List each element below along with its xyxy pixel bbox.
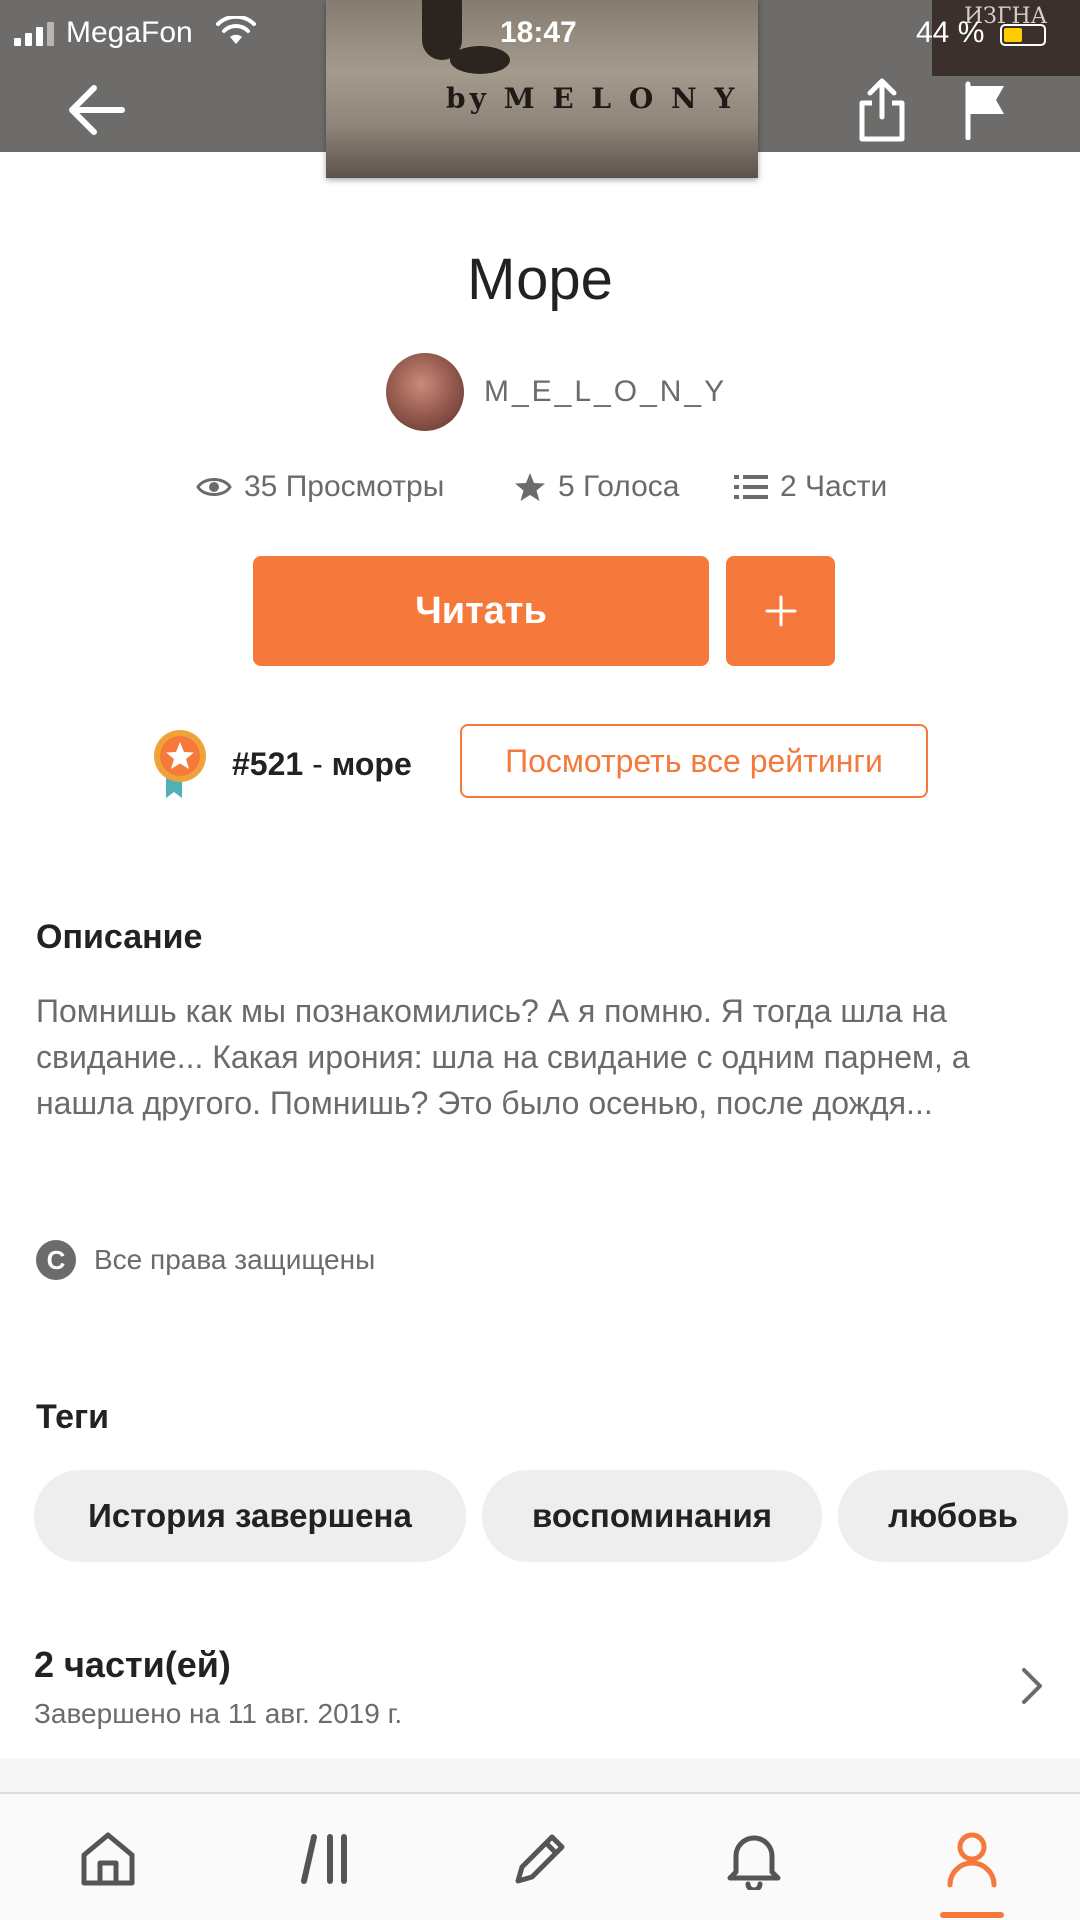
parts-stat: 2 Части	[734, 470, 887, 504]
parts-count: 2 Части	[780, 470, 888, 503]
list-icon	[734, 475, 768, 499]
write-pencil-icon	[515, 1834, 565, 1884]
add-to-library-button[interactable]	[726, 556, 835, 666]
votes-stat: 5 Голоса	[514, 470, 680, 504]
bell-icon	[727, 1835, 781, 1890]
back-button[interactable]	[56, 70, 136, 150]
copyright-text: Все права защищены	[94, 1244, 376, 1275]
copyright-notice: C Все права защищены	[36, 1240, 375, 1280]
star-icon	[515, 473, 545, 501]
parts-list-row[interactable]: 2 части(ей) Завершено на 11 авг. 2019 г.	[0, 1620, 1080, 1758]
home-icon	[81, 1832, 135, 1886]
ranking-badge: #521 - море	[150, 724, 412, 804]
rank-separator: -	[303, 745, 332, 782]
parts-title: 2 части(ей)	[34, 1644, 231, 1685]
tag-chip[interactable]: История завершена	[34, 1470, 466, 1562]
battery-percentage: 44 %	[916, 16, 985, 49]
status-time: 18:47	[500, 16, 577, 49]
read-button[interactable]: Читать	[253, 556, 709, 666]
profile-icon	[947, 1832, 997, 1888]
ranking-text: #521 - море	[232, 746, 412, 783]
battery-icon	[1000, 24, 1046, 46]
story-title: Море	[467, 247, 613, 312]
description-heading: Описание	[36, 918, 203, 956]
description-text: Помнишь как мы познакомились? А я помню.…	[36, 993, 970, 1121]
votes-count: 5 Голоса	[558, 470, 680, 503]
bottom-tab-bar	[0, 1792, 1080, 1920]
wifi-icon	[216, 16, 256, 44]
cellular-signal-icon	[14, 22, 54, 46]
parts-completion-date: Завершено на 11 авг. 2019 г.	[34, 1698, 403, 1729]
views-stat: 35 Просмотры	[196, 470, 444, 504]
cover-caption: by M E L O N Y	[446, 82, 739, 115]
share-icon	[859, 78, 905, 142]
share-button[interactable]	[842, 70, 922, 150]
author-avatar	[386, 353, 464, 431]
tab-library[interactable]	[286, 1824, 366, 1894]
cover-figure-shadow	[450, 46, 510, 74]
back-arrow-icon	[69, 85, 125, 135]
tab-home[interactable]	[68, 1824, 148, 1894]
chevron-right-icon	[1022, 1668, 1042, 1704]
tab-profile[interactable]	[932, 1824, 1012, 1894]
plus-icon	[765, 595, 796, 627]
tag-chip[interactable]: воспоминания	[482, 1470, 822, 1562]
carrier-name: MegaFon	[66, 16, 193, 49]
author-name: M_E_L_O_N_Y	[484, 375, 728, 408]
story-stats: 35 Просмотры 5 Голоса 2 Части	[0, 470, 1080, 520]
rank-number: #521	[232, 745, 304, 782]
library-icon	[301, 1834, 347, 1884]
view-all-rankings-button[interactable]: Посмотреть все рейтинги	[460, 724, 928, 798]
status-bar: MegaFon 18:47 44 %	[0, 8, 1080, 49]
medal-icon	[154, 730, 206, 798]
flag-icon	[965, 81, 1004, 140]
rank-tag: море	[331, 745, 412, 782]
report-flag-button[interactable]	[946, 70, 1026, 150]
copyright-icon: C	[36, 1240, 76, 1280]
tab-write[interactable]	[500, 1824, 580, 1894]
eye-icon	[196, 478, 232, 496]
header-bar: by M E L O N Y ИЗГНА MegaFon 18:47 44 %	[0, 0, 1080, 178]
author-link[interactable]: M_E_L_O_N_Y	[386, 352, 727, 432]
active-tab-indicator	[940, 1912, 1004, 1918]
views-count: 35 Просмотры	[244, 470, 445, 503]
section-divider	[0, 1758, 1080, 1794]
tab-notifications[interactable]	[714, 1824, 794, 1894]
tags-heading: Теги	[36, 1398, 110, 1436]
tag-chip[interactable]: любовь	[838, 1470, 1068, 1562]
